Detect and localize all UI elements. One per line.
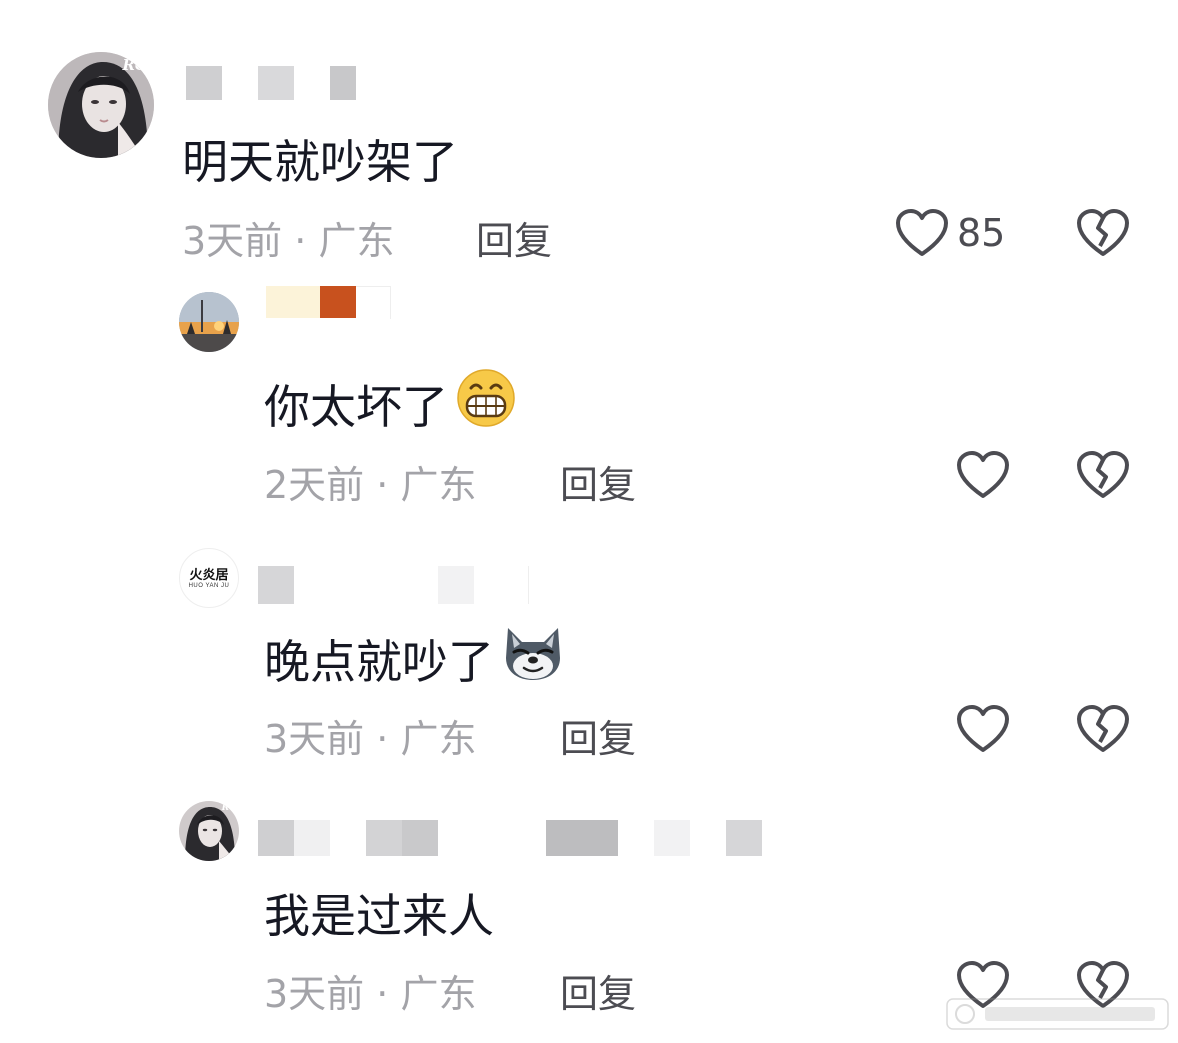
comment-text: 晚点就吵了 (264, 624, 564, 693)
comment-text-content: 晚点就吵了 (264, 634, 494, 689)
comment-text: 我是过来人 (264, 889, 494, 943)
like-button[interactable] (956, 450, 1018, 500)
avatar-text: RO (221, 803, 237, 813)
heart-outline-icon (895, 208, 949, 258)
comment-location: 广东 (400, 463, 477, 507)
reply-button[interactable]: 回复 (476, 210, 552, 265)
broken-heart-icon (1076, 208, 1130, 258)
dislike-button[interactable] (1076, 450, 1130, 500)
username-redacted[interactable] (258, 820, 762, 856)
wolf-face-emoji (502, 624, 564, 693)
avatar-subtext: HUO YAN JU (188, 582, 230, 589)
watermark-logo (945, 995, 1170, 1033)
dislike-button[interactable] (1076, 208, 1130, 258)
comment-time: 3天前 (264, 717, 365, 761)
avatar[interactable]: 火炎居 HUO YAN JU (179, 548, 239, 608)
like-count: 85 (957, 211, 1006, 255)
meta-separator: · (376, 717, 389, 761)
comment-location: 广东 (400, 972, 477, 1016)
comment-text-content: 你太坏了 (264, 379, 448, 434)
meta-separator: · (376, 463, 389, 507)
username-redacted[interactable] (258, 566, 529, 604)
dislike-button[interactable] (1076, 704, 1130, 754)
broken-heart-icon (1076, 450, 1130, 500)
avatar[interactable]: RO (179, 801, 239, 861)
broken-heart-icon (1076, 704, 1130, 754)
avatar[interactable] (179, 292, 239, 352)
meta-separator: · (294, 219, 307, 263)
comment-text: 明天就吵架了 (182, 135, 458, 189)
heart-outline-icon (956, 704, 1010, 754)
comment-time: 2天前 (264, 463, 365, 507)
like-button[interactable] (956, 704, 1018, 754)
reply-button[interactable]: 回复 (560, 708, 636, 763)
heart-outline-icon (956, 450, 1010, 500)
comment-time: 3天前 (264, 972, 365, 1016)
meta-separator: · (376, 972, 389, 1016)
avatar-text: 火炎居 (189, 567, 229, 583)
grinning-face-emoji (456, 368, 516, 439)
comment-meta: 3天前 · 广东 (182, 210, 394, 265)
comment-text: 你太坏了 (264, 368, 516, 439)
reply-button[interactable]: 回复 (560, 454, 636, 509)
comment-meta: 3天前 · 广东 (264, 708, 476, 763)
avatar[interactable]: RO (48, 52, 154, 158)
comment-location: 广东 (400, 717, 477, 761)
comment-time: 3天前 (182, 219, 283, 263)
like-button[interactable]: 85 (895, 208, 1005, 258)
reply-button[interactable]: 回复 (560, 963, 636, 1018)
avatar-text: RO (122, 56, 148, 74)
username-redacted[interactable] (186, 66, 356, 100)
username-redacted[interactable] (266, 286, 391, 319)
comment-meta: 3天前 · 广东 (264, 963, 476, 1018)
comment-meta: 2天前 · 广东 (264, 454, 476, 509)
comment-location: 广东 (318, 219, 395, 263)
